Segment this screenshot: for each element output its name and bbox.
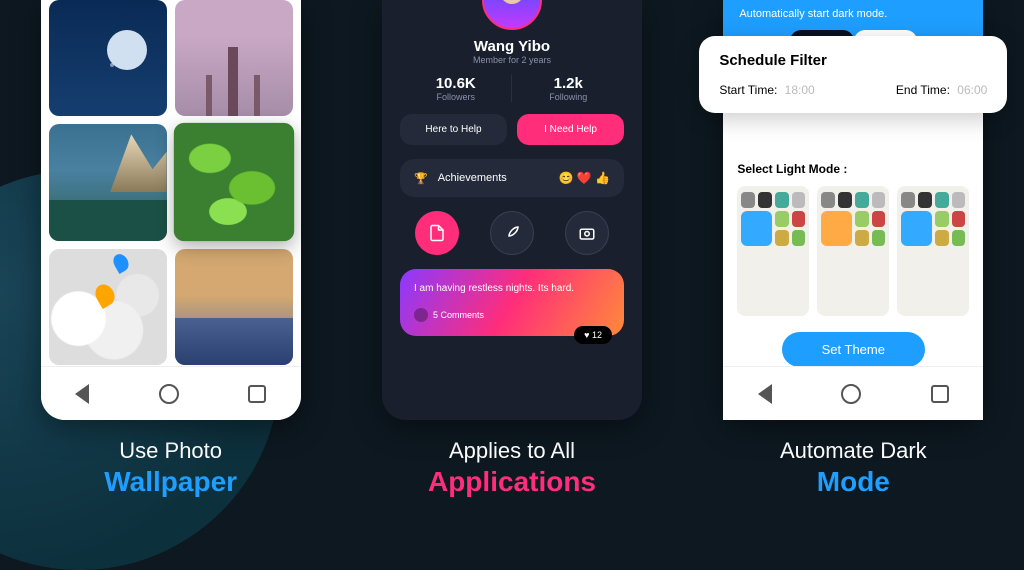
caption-applications: Applies to All Applications: [428, 438, 596, 498]
theme-option-2[interactable]: [817, 186, 889, 316]
end-time-label: End Time:: [896, 83, 950, 97]
need-help-button[interactable]: I Need Help: [517, 114, 624, 145]
wallpaper-gallery: [41, 0, 301, 365]
caption-line2: Applications: [428, 466, 596, 498]
action-icons-row: [400, 211, 624, 255]
start-time-group[interactable]: Start Time: 18:00: [719, 83, 814, 97]
caption-wallpaper: Use Photo Wallpaper: [104, 438, 237, 498]
achievements-card[interactable]: 🏆 Achievements 😊 ❤️ 👍: [400, 159, 624, 197]
end-time-value: 06:00: [957, 83, 987, 97]
camera-icon[interactable]: [565, 211, 609, 255]
feather-icon[interactable]: [490, 211, 534, 255]
wallpaper-thumb-pier[interactable]: [175, 0, 293, 116]
nav-home-icon[interactable]: [159, 384, 179, 404]
nav-back-icon[interactable]: [758, 384, 772, 404]
schedule-filter-card: Schedule Filter Start Time: 18:00 End Ti…: [699, 36, 1007, 113]
wallpaper-thumb-sunset[interactable]: [175, 249, 293, 365]
darkmode-body: Select Light Mode : Set Theme: [723, 82, 983, 367]
help-buttons: Here to Help I Need Help: [400, 114, 624, 145]
followers-count: 10.6K: [400, 75, 512, 92]
column-darkmode: Automatically start dark mode. Light Dar…: [683, 0, 1024, 500]
android-navbar: [723, 366, 983, 420]
post-likes[interactable]: ♥ 12: [574, 326, 612, 344]
achievement-badges: 😊 ❤️ 👍: [558, 171, 610, 185]
select-light-mode-title: Select Light Mode :: [737, 162, 969, 176]
document-icon[interactable]: [415, 211, 459, 255]
wallpaper-thumb-stones[interactable]: [49, 249, 167, 365]
caption-line1: Applies to All: [428, 438, 596, 464]
avatar[interactable]: [482, 0, 542, 30]
achievements-label: Achievements: [438, 172, 507, 184]
nav-recent-icon[interactable]: [931, 385, 949, 403]
caption-line1: Use Photo: [104, 438, 237, 464]
caption-line2: Mode: [780, 466, 927, 498]
phone-mockup-profile: Wang Yibo Member for 2 years 10.6K Follo…: [382, 0, 642, 420]
profile-name: Wang Yibo: [400, 38, 624, 55]
wallpaper-thumb-mountain[interactable]: [49, 124, 167, 240]
caption-line2: Wallpaper: [104, 466, 237, 498]
column-applications: Wang Yibo Member for 2 years 10.6K Follo…: [341, 0, 682, 500]
post-comments[interactable]: 5 Comments: [414, 308, 610, 322]
auto-start-text: Automatically start dark mode.: [739, 8, 967, 20]
end-time-group[interactable]: End Time: 06:00: [896, 83, 987, 97]
phone-mockup-gallery: [41, 0, 301, 420]
nav-recent-icon[interactable]: [248, 385, 266, 403]
schedule-filter-title: Schedule Filter: [719, 52, 987, 69]
profile-member-since: Member for 2 years: [400, 55, 624, 65]
nav-home-icon[interactable]: [841, 384, 861, 404]
following-count: 1.2k: [512, 75, 624, 92]
caption-line1: Automate Dark: [780, 438, 927, 464]
nav-back-icon[interactable]: [75, 384, 89, 404]
post-card[interactable]: I am having restless nights. Its hard. 5…: [400, 269, 624, 336]
theme-option-1[interactable]: [737, 186, 809, 316]
trophy-icon: 🏆: [414, 172, 428, 185]
followers-label: Followers: [400, 92, 512, 102]
android-navbar: [41, 366, 301, 420]
wallpaper-thumb-moon[interactable]: [49, 0, 167, 116]
column-wallpaper: Use Photo Wallpaper: [0, 0, 341, 500]
columns-container: Use Photo Wallpaper Wang Yibo Member for…: [0, 0, 1024, 500]
start-time-value: 18:00: [785, 83, 815, 97]
stat-followers[interactable]: 10.6K Followers: [400, 75, 513, 102]
post-text: I am having restless nights. Its hard.: [414, 283, 610, 294]
here-to-help-button[interactable]: Here to Help: [400, 114, 507, 145]
wallpaper-thumb-leaves[interactable]: [173, 123, 293, 242]
start-time-label: Start Time:: [719, 83, 777, 97]
theme-previews: [737, 186, 969, 316]
schedule-times-row: Start Time: 18:00 End Time: 06:00: [719, 83, 987, 97]
phone-mockup-darkmode: Automatically start dark mode. Light Dar…: [723, 0, 983, 420]
following-label: Following: [512, 92, 624, 102]
stat-following[interactable]: 1.2k Following: [512, 75, 624, 102]
set-theme-button[interactable]: Set Theme: [782, 332, 925, 367]
theme-option-3[interactable]: [897, 186, 969, 316]
caption-darkmode: Automate Dark Mode: [780, 438, 927, 498]
stats-row: 10.6K Followers 1.2k Following: [400, 75, 624, 102]
